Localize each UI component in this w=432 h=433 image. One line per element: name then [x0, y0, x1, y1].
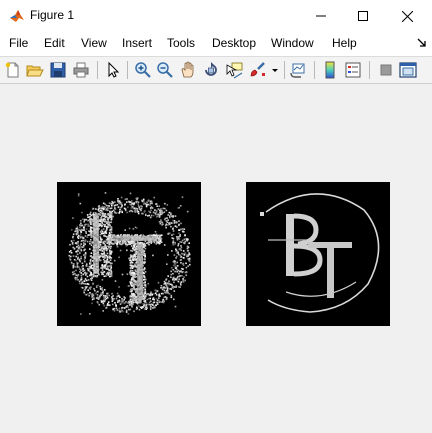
insert-legend-icon[interactable] [344, 61, 362, 79]
maximize-button[interactable] [340, 0, 386, 32]
close-button[interactable] [384, 0, 430, 32]
menu-file[interactable]: File [9, 36, 28, 50]
menu-help[interactable]: Help [332, 36, 357, 50]
print-icon[interactable] [72, 61, 90, 79]
link-plot-icon[interactable] [290, 61, 308, 79]
dock-figure-icon[interactable] [417, 38, 427, 48]
minimize-button[interactable] [298, 0, 344, 32]
toolbar-separator [127, 61, 128, 79]
zoom-out-icon[interactable] [156, 61, 174, 79]
new-figure-icon[interactable] [4, 61, 22, 79]
figure-toolbar [0, 56, 432, 84]
insert-colorbar-icon[interactable] [321, 61, 339, 79]
show-plot-tools-icon[interactable] [399, 61, 417, 79]
toolbar-separator [97, 61, 98, 79]
close-icon [401, 10, 413, 22]
noisy-logo-graphic [68, 192, 191, 315]
zoom-in-icon[interactable] [134, 61, 152, 79]
title-bar: Figure 1 [0, 0, 432, 32]
menu-insert[interactable]: Insert [122, 36, 152, 50]
maximize-icon [358, 11, 368, 21]
clean-logo-image [246, 182, 390, 326]
matlab-logo-icon [10, 10, 24, 22]
rotate-3d-icon[interactable] [202, 61, 220, 79]
window-title: Figure 1 [30, 8, 75, 22]
data-cursor-icon[interactable] [225, 61, 243, 79]
menu-tools[interactable]: Tools [167, 36, 195, 50]
figure-canvas [0, 84, 432, 433]
hide-plot-tools-icon[interactable] [377, 61, 395, 79]
open-file-icon[interactable] [26, 61, 44, 79]
menu-desktop[interactable]: Desktop [212, 36, 256, 50]
toolbar-separator [314, 61, 315, 79]
toolbar-separator [369, 61, 370, 79]
minimize-icon [316, 15, 326, 17]
clean-logo-graphic [260, 193, 380, 313]
menu-bar: File Edit View Insert Tools Desktop Wind… [0, 32, 432, 56]
menu-edit[interactable]: Edit [44, 36, 65, 50]
brush-icon[interactable] [248, 61, 266, 79]
save-icon[interactable] [49, 61, 67, 79]
menu-view[interactable]: View [81, 36, 107, 50]
edit-plot-icon[interactable] [104, 61, 122, 79]
noisy-logo-image [57, 182, 201, 326]
menu-window[interactable]: Window [271, 36, 314, 50]
brush-dropdown-icon[interactable] [270, 61, 280, 79]
pan-icon[interactable] [179, 61, 197, 79]
toolbar-separator [284, 61, 285, 79]
